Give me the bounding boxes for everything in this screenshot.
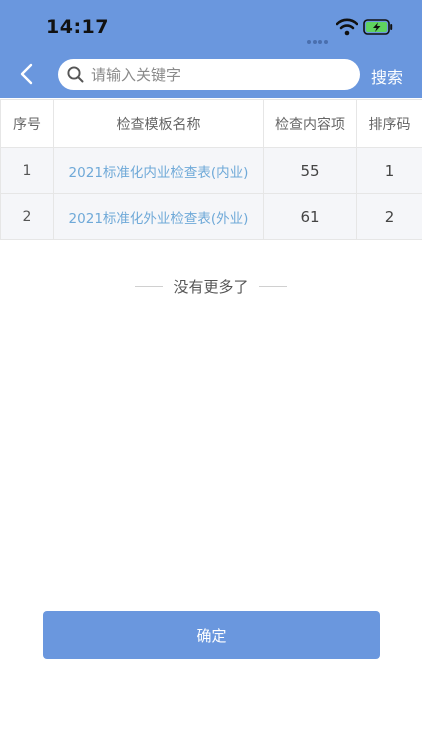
wifi-icon xyxy=(336,18,358,36)
column-header-sort-code: 排序码 xyxy=(356,99,422,148)
battery-charging-icon xyxy=(363,19,393,35)
table-row[interactable]: 1 2021标准化内业检查表(内业) 55 1 xyxy=(0,147,422,194)
template-name-link[interactable]: 2021标准化外业检查表(外业) xyxy=(53,193,264,240)
row-index: 1 xyxy=(0,147,54,194)
template-name-link[interactable]: 2021标准化内业检查表(内业) xyxy=(53,147,264,194)
table-row[interactable]: 2 2021标准化外业检查表(外业) 61 2 xyxy=(0,193,422,240)
cellular-signal-icon xyxy=(307,29,331,44)
search-button[interactable]: 搜索 xyxy=(371,64,403,88)
status-time: 14:17 xyxy=(46,16,109,38)
no-more-text: 没有更多了 xyxy=(173,277,249,296)
sort-code: 1 xyxy=(356,147,422,194)
search-input[interactable] xyxy=(91,59,351,90)
row-index: 2 xyxy=(0,193,54,240)
item-count: 55 xyxy=(263,147,357,194)
search-icon xyxy=(67,66,84,83)
back-arrow-icon[interactable] xyxy=(14,60,40,88)
table-header-row: 序号 检查模板名称 检查内容项 排序码 xyxy=(0,99,422,148)
divider-right xyxy=(258,285,287,287)
item-count: 61 xyxy=(263,193,357,240)
sort-code: 2 xyxy=(356,193,422,240)
confirm-button[interactable]: 确定 xyxy=(43,611,380,659)
search-box[interactable] xyxy=(58,59,360,90)
list-end-indicator: 没有更多了 xyxy=(0,276,422,296)
column-header-item-count: 检查内容项 xyxy=(263,99,357,148)
column-header-index: 序号 xyxy=(0,99,54,148)
template-table: 序号 检查模板名称 检查内容项 排序码 1 2021标准化内业检查表(内业) 5… xyxy=(0,99,422,240)
divider-left xyxy=(135,285,164,287)
top-header: 14:17 搜索 xyxy=(0,0,422,98)
column-header-template-name: 检查模板名称 xyxy=(53,99,264,148)
